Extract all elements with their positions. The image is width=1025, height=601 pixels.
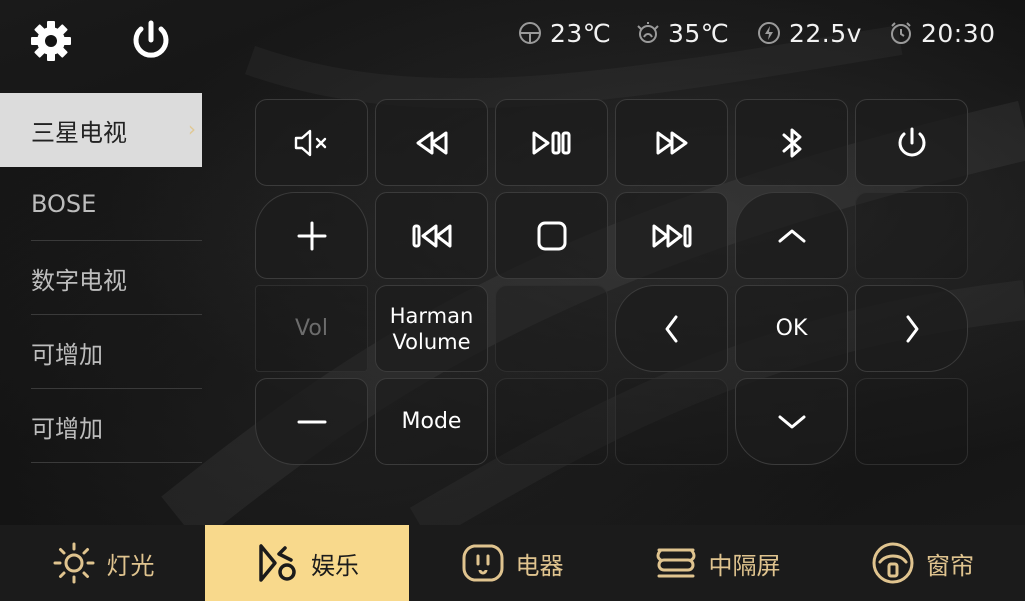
next-track-icon [652,224,691,247]
tab-entertainment[interactable]: 娱乐 [205,525,409,601]
top-bar: 23℃ 35℃ 22.5v 20:30 [0,0,1025,90]
volume-rocker-middle: Vol [255,285,368,372]
harman-label-line2: Volume [392,329,471,354]
light-icon [53,542,94,584]
gear-icon[interactable] [28,18,74,64]
clock-status: 20:30 [889,17,996,49]
outdoor-temp-value: 35℃ [668,18,730,48]
fast-forward-icon [656,131,687,154]
volume-up-button[interactable] [255,192,368,279]
tab-label: 娱乐 [311,551,359,580]
tab-curtains[interactable]: 窗帘 [819,525,1025,601]
sidebar-item-label: 可增加 [31,414,103,443]
chevron-down-icon [778,415,805,428]
tab-label: 窗帘 [926,551,974,580]
appliance-icon [461,544,504,582]
empty-slot [855,378,968,465]
dpad-up-button[interactable] [735,192,848,279]
fast-forward-button[interactable] [615,99,728,186]
sidebar-item-bose[interactable]: BOSE [0,167,202,241]
steering-wheel-icon [519,22,541,44]
entertainment-icon [259,544,296,582]
sidebar-item-digital-tv[interactable]: 数字电视 [0,241,202,315]
power-icon[interactable] [128,18,174,64]
sidebar-item-label: 三星电视 [31,118,127,147]
harman-volume-button[interactable]: Harman Volume [375,285,488,372]
clock-value: 20:30 [921,18,996,48]
alarm-clock-icon [891,22,911,44]
empty-slot [855,192,968,279]
harman-label-line1: Harman [389,303,474,328]
tab-appliances[interactable]: 电器 [409,525,614,601]
dpad-left-button[interactable] [615,285,728,372]
minus-icon [297,420,326,423]
battery-bolt-icon [758,22,780,44]
chevron-right-icon: › [188,117,196,141]
volume-down-button[interactable] [255,378,368,465]
stop-icon [537,221,566,250]
previous-track-icon [412,224,451,247]
power-icon [898,127,925,156]
vol-label: Vol [295,316,328,341]
tab-label: 中隔屏 [708,551,781,580]
voltage-value: 22.5v [789,18,862,48]
dpad-down-button[interactable] [735,378,848,465]
mute-button[interactable] [255,99,368,186]
sidebar-item-addable-2[interactable]: 可增加 [0,389,202,463]
indoor-temp-value: 23℃ [550,18,612,48]
sidebar-item-label: 数字电视 [31,266,127,295]
sidebar-item-label: 可增加 [31,340,103,369]
sidebar-item-samsung-tv[interactable]: 三星电视 › [0,93,202,167]
mute-icon [294,129,326,156]
outdoor-temp-status: 35℃ [636,17,729,49]
chevron-right-icon [906,315,918,342]
empty-slot [495,378,608,465]
divider [31,462,202,463]
tab-label: 电器 [515,551,564,580]
empty-slot [495,285,608,372]
bluetooth-button[interactable] [735,99,848,186]
sidebar-item-addable-1[interactable]: 可增加 [0,315,202,389]
dpad-right-button[interactable] [855,285,968,372]
curtain-icon [872,542,914,584]
tv-power-button[interactable] [855,99,968,186]
tab-label: 灯光 [106,551,155,580]
bluetooth-icon [782,128,801,157]
mode-label: Mode [401,408,462,434]
weather-icon [637,22,659,43]
device-sidebar: 三星电视 › BOSE 数字电视 可增加 可增加 [0,93,202,463]
tab-lighting[interactable]: 灯光 [0,525,205,601]
ok-label: OK [775,315,808,341]
plus-icon [297,221,326,250]
next-track-button[interactable] [615,192,728,279]
play-pause-button[interactable] [495,99,608,186]
empty-slot [615,378,728,465]
sidebar-item-label: BOSE [31,190,97,218]
chevron-left-icon [665,315,677,342]
indoor-temp-status: 23℃ [518,17,611,49]
previous-track-button[interactable] [375,192,488,279]
rewind-button[interactable] [375,99,488,186]
voltage-status: 22.5v [757,17,862,49]
mode-button[interactable]: Mode [375,378,488,465]
ok-button[interactable]: OK [735,285,848,372]
partition-screen-icon [656,548,695,578]
stop-button[interactable] [495,192,608,279]
bottom-navigation: 灯光 娱乐 电器 中隔屏 窗帘 [0,525,1025,601]
rewind-icon [416,131,447,154]
tab-partition-screen[interactable]: 中隔屏 [614,525,819,601]
play-pause-icon [532,131,570,154]
chevron-up-icon [778,229,805,242]
